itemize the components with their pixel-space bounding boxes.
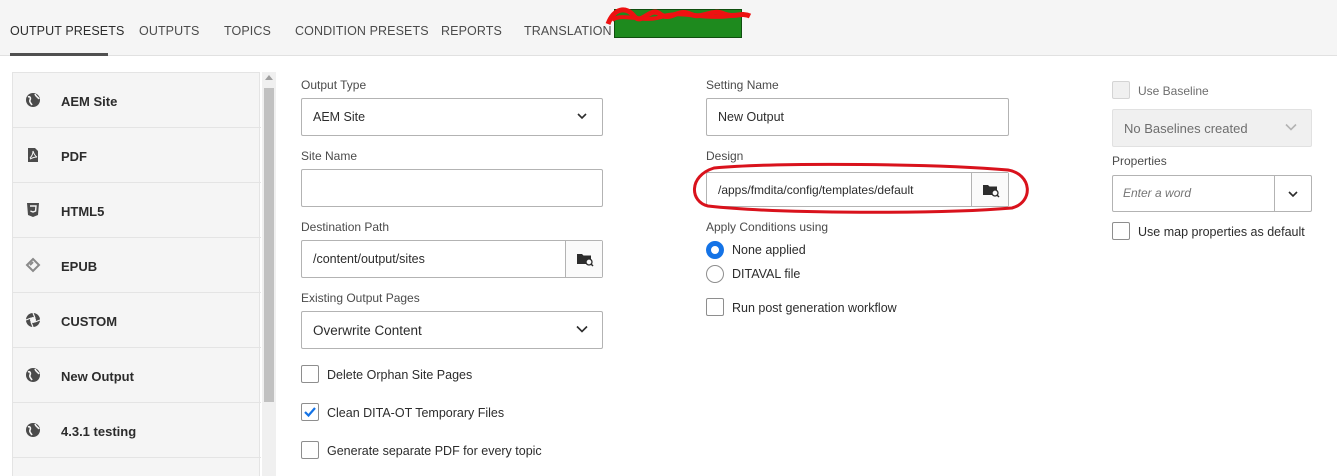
destination-path-value: /content/output/sites	[313, 252, 425, 266]
chevron-down-icon	[577, 113, 587, 120]
separate-pdf-checkbox[interactable]	[301, 441, 319, 459]
properties-input[interactable]	[1123, 186, 1273, 200]
scroll-up-arrow-icon[interactable]	[265, 75, 273, 80]
none-applied-label: None applied	[732, 243, 806, 257]
folder-search-icon	[577, 254, 594, 267]
design-label: Design	[706, 149, 744, 163]
active-tab-indicator	[10, 53, 108, 56]
properties-combobox[interactable]	[1112, 175, 1312, 212]
properties-label: Properties	[1112, 154, 1167, 168]
destination-browse-button[interactable]	[565, 241, 602, 277]
preset-label: 4.3.1 testing	[61, 424, 137, 439]
chevron-down-icon	[1288, 191, 1298, 198]
existing-output-pages-select[interactable]: Overwrite Content	[301, 311, 603, 349]
clean-temp-checkbox[interactable]	[301, 403, 319, 421]
preset-item-aem-site[interactable]: AEM Site	[13, 73, 261, 128]
preset-label: PDF	[61, 149, 87, 164]
destination-path-input[interactable]: /content/output/sites	[301, 240, 603, 278]
setting-name-input[interactable]: New Output	[706, 98, 1009, 136]
epub-icon	[25, 257, 41, 273]
preset-label: HTML5	[61, 204, 105, 219]
checkmark-icon	[304, 407, 316, 418]
existing-output-pages-value: Overwrite Content	[313, 323, 422, 338]
destination-path-label: Destination Path	[301, 220, 390, 234]
folder-search-icon	[983, 185, 1000, 198]
baseline-select-value: No Baselines created	[1124, 121, 1248, 136]
preset-item-custom[interactable]: CUSTOM	[13, 293, 261, 348]
preset-item-431-testing[interactable]: 4.3.1 testing	[13, 403, 261, 458]
preset-label: CUSTOM	[61, 314, 118, 329]
run-post-workflow-label: Run post generation workflow	[732, 301, 897, 315]
chevron-down-icon	[576, 325, 588, 333]
apply-conditions-label: Apply Conditions using	[706, 220, 829, 234]
preset-label: EPUB	[61, 259, 98, 274]
design-browse-button[interactable]	[971, 173, 1008, 206]
ditaval-file-radio[interactable]	[706, 265, 724, 283]
use-map-properties-label: Use map properties as default	[1138, 225, 1305, 239]
pdf-icon	[28, 148, 38, 162]
preset-item-html5[interactable]: HTML5	[13, 183, 261, 238]
tab-output-presets[interactable]: OUTPUT PRESETS	[10, 24, 124, 38]
tab-condition-presets[interactable]: CONDITION PRESETS	[295, 24, 429, 38]
separate-pdf-label: Generate separate PDF for every topic	[327, 444, 542, 458]
chevron-down-icon	[1285, 123, 1297, 131]
tab-outputs[interactable]: OUTPUTS	[139, 24, 199, 38]
existing-output-pages-label: Existing Output Pages	[301, 291, 420, 305]
use-map-properties-checkbox[interactable]	[1112, 222, 1130, 240]
tab-translation[interactable]: TRANSLATION	[524, 24, 612, 38]
properties-dropdown-button[interactable]	[1274, 176, 1311, 211]
use-baseline-checkbox[interactable]	[1112, 81, 1130, 99]
globe-icon	[26, 368, 40, 382]
tab-reports[interactable]: REPORTS	[441, 24, 502, 38]
scrollbar-thumb[interactable]	[264, 88, 274, 402]
setting-name-value: New Output	[718, 110, 785, 124]
design-path-value: /apps/fmdita/config/templates/default	[718, 183, 914, 197]
run-post-workflow-checkbox[interactable]	[706, 298, 724, 316]
setting-name-label: Setting Name	[706, 78, 779, 92]
ditaval-file-label: DITAVAL file	[732, 267, 801, 281]
top-tab-bar: OUTPUT PRESETS OUTPUTS TOPICS CONDITION …	[0, 0, 1337, 56]
baseline-select[interactable]: No Baselines created	[1112, 109, 1312, 147]
aperture-icon	[25, 312, 41, 328]
redaction-scribble	[605, 7, 752, 26]
sidebar-scrollbar[interactable]	[262, 72, 276, 476]
output-type-select[interactable]: AEM Site	[301, 98, 603, 136]
preset-label: New Output	[61, 369, 134, 384]
globe-icon	[26, 423, 40, 437]
output-type-label: Output Type	[301, 78, 367, 92]
html5-icon	[27, 203, 39, 217]
preset-label: AEM Site	[61, 94, 118, 109]
preset-item-pdf[interactable]: PDF	[13, 128, 261, 183]
use-baseline-label: Use Baseline	[1138, 84, 1209, 98]
tab-topics[interactable]: TOPICS	[224, 24, 271, 38]
site-name-label: Site Name	[301, 149, 358, 163]
output-preset-list: AEM Site PDF HTML5 EPUB CUSTOM New Outpu…	[12, 72, 261, 476]
site-name-input[interactable]	[301, 169, 603, 207]
delete-orphan-label: Delete Orphan Site Pages	[327, 368, 473, 382]
globe-icon	[26, 93, 40, 107]
output-type-value: AEM Site	[313, 110, 366, 124]
design-path-input[interactable]: /apps/fmdita/config/templates/default	[706, 172, 1009, 207]
preset-item-new-output[interactable]: New Output	[13, 348, 261, 403]
preset-item-epub[interactable]: EPUB	[13, 238, 261, 293]
none-applied-radio[interactable]	[706, 241, 724, 259]
clean-temp-label: Clean DITA-OT Temporary Files	[327, 406, 505, 420]
delete-orphan-checkbox[interactable]	[301, 365, 319, 383]
